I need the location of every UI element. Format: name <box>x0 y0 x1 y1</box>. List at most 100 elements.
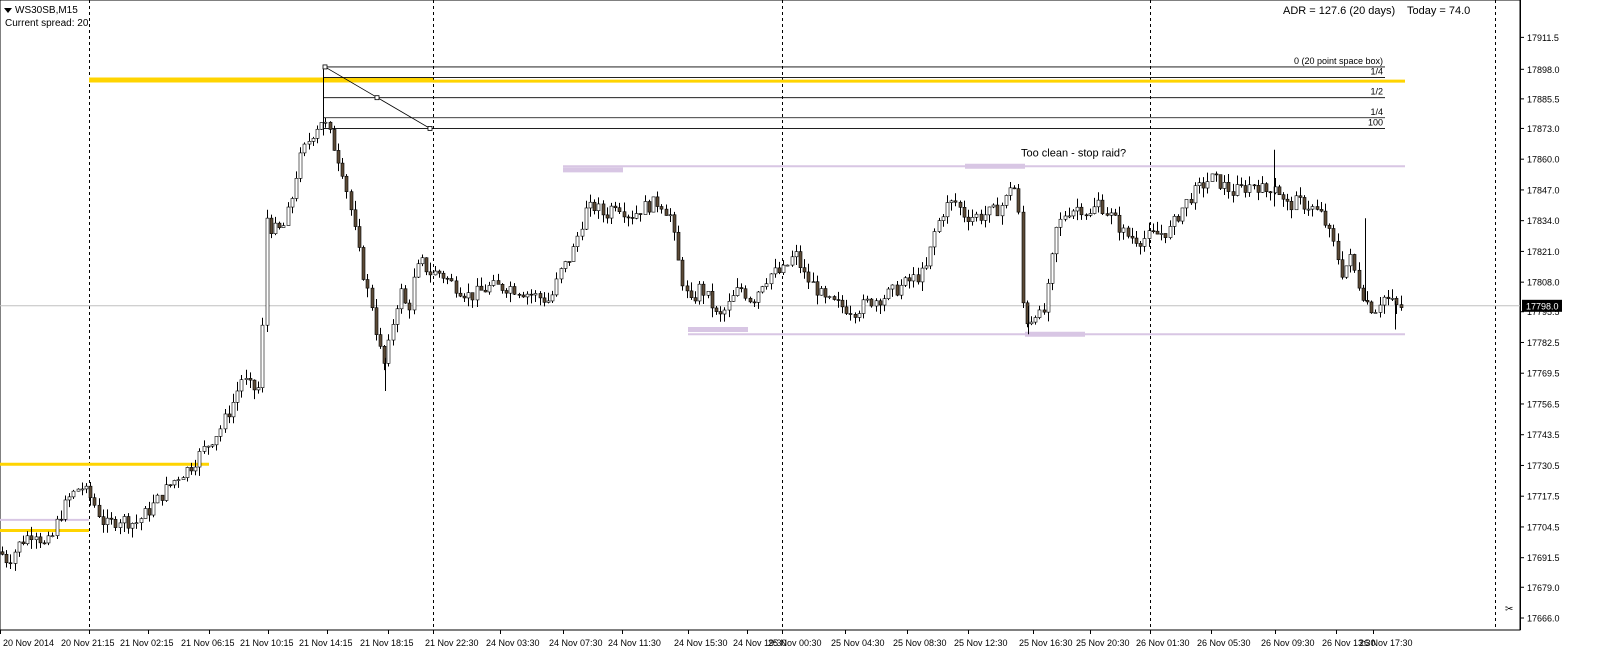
candle-bull <box>1310 206 1315 210</box>
candle-bull <box>1046 283 1051 313</box>
candle-bear <box>437 270 442 274</box>
candle-bull <box>118 522 123 528</box>
y-tick-label: 17821.0 <box>1527 247 1560 257</box>
candle-bear <box>953 200 958 203</box>
candle-bull <box>260 324 265 388</box>
scissors-icon[interactable]: ✂ <box>1505 604 1513 615</box>
candle-bull <box>899 284 904 296</box>
fib-anchor-handle[interactable] <box>374 95 380 101</box>
candle-bull <box>533 293 538 296</box>
candle-bear <box>622 211 627 218</box>
candle-bull <box>1058 218 1063 228</box>
candle-bull <box>197 451 202 468</box>
candle-bear <box>109 517 114 520</box>
candle-bull <box>290 198 295 208</box>
x-tick-label: 20 Nov 2014 <box>3 638 54 648</box>
candle-bear <box>277 222 282 228</box>
candle-bear <box>714 307 719 312</box>
candle-bull <box>932 231 937 248</box>
candle-bull <box>874 300 879 307</box>
candle-bear <box>1336 240 1341 261</box>
candle-bull <box>731 295 736 302</box>
candle-bear <box>718 311 723 315</box>
candle-bull <box>928 246 933 267</box>
candle-bull <box>244 378 249 380</box>
candle-bull <box>1033 317 1038 323</box>
candle-bull <box>697 283 702 302</box>
x-tick-label: 26 Nov 17:30 <box>1359 638 1413 648</box>
y-tick-label: 17873.0 <box>1527 124 1560 134</box>
candle-bear <box>1331 228 1336 242</box>
candle-bull <box>151 502 156 516</box>
candle-bear <box>370 287 375 309</box>
candle-bear <box>1243 185 1248 193</box>
candle-bear <box>500 284 505 291</box>
candle-bear <box>895 284 900 296</box>
candle-bear <box>567 261 572 263</box>
candle-bear <box>626 216 631 219</box>
candle-bear <box>365 279 370 289</box>
candle-bull <box>311 138 316 142</box>
candle-bear <box>1239 184 1244 186</box>
candle-bear <box>1386 296 1391 299</box>
current-price-tag-text: 17798.0 <box>1526 301 1559 311</box>
candle-bear <box>1268 191 1273 194</box>
candle-bull <box>1294 195 1299 211</box>
fib-anchor-handle[interactable] <box>322 64 328 70</box>
candle-bull <box>315 128 320 139</box>
candle-bear <box>701 283 706 296</box>
candle-bull <box>130 523 135 529</box>
fib-anchor-handle[interactable] <box>427 126 433 131</box>
chart-annotation: Too clean - stop raid? <box>1021 148 1126 160</box>
candle-bear <box>958 201 963 208</box>
candle-bull <box>273 222 278 234</box>
price-chart[interactable]: 0 (20 point space box)1/41/21/4100Too cl… <box>0 0 1600 656</box>
candle-bull <box>735 287 740 296</box>
candle-bull <box>886 288 891 300</box>
x-tick-label: 21 Nov 06:15 <box>181 638 235 648</box>
candle-bear <box>126 516 131 529</box>
candle-bear <box>685 285 690 292</box>
candle-bull <box>920 267 925 283</box>
x-tick-label: 21 Nov 10:15 <box>240 638 294 648</box>
candle-bear <box>1021 211 1026 304</box>
candle-bear <box>1361 287 1366 301</box>
candle-bear <box>1016 188 1021 213</box>
candle-bull <box>1172 216 1177 227</box>
y-tick-label: 17730.5 <box>1527 461 1560 471</box>
candle-bull <box>584 207 589 230</box>
candle-bear <box>349 191 354 211</box>
candle-bear <box>798 251 803 268</box>
candle-bull <box>50 535 55 537</box>
candle-bull <box>1050 253 1055 284</box>
candle-bull <box>1348 254 1353 267</box>
candle-bear <box>1151 230 1156 233</box>
candle-bull <box>164 484 169 501</box>
x-tick-label: 24 Nov 07:30 <box>549 638 603 648</box>
candle-bull <box>416 263 421 278</box>
candle-bull <box>84 485 89 490</box>
y-tick-label: 17885.5 <box>1527 94 1560 104</box>
candle-bear <box>815 281 820 296</box>
candle-bear <box>361 247 366 280</box>
candle-bear <box>168 484 173 487</box>
candle-bear <box>676 231 681 261</box>
candle-bull <box>882 298 887 306</box>
candle-bull <box>983 214 988 221</box>
candle-bear <box>806 271 811 283</box>
fib-level-label: 1/4 <box>1370 107 1383 117</box>
y-tick-label: 17911.5 <box>1527 33 1559 43</box>
candle-bull <box>1390 298 1395 300</box>
candle-bull <box>420 257 425 265</box>
candle-bull <box>1147 230 1152 239</box>
candle-bear <box>1399 304 1404 308</box>
y-tick-label: 17769.5 <box>1527 369 1560 379</box>
candle-bear <box>1155 230 1160 235</box>
candle-bear <box>1252 184 1257 187</box>
candle-bull <box>857 313 862 318</box>
candle-bull <box>1306 208 1311 211</box>
candle-bear <box>189 467 194 472</box>
candle-bull <box>139 518 144 523</box>
candle-bear <box>517 293 522 296</box>
dropdown-triangle-icon[interactable] <box>4 7 12 13</box>
